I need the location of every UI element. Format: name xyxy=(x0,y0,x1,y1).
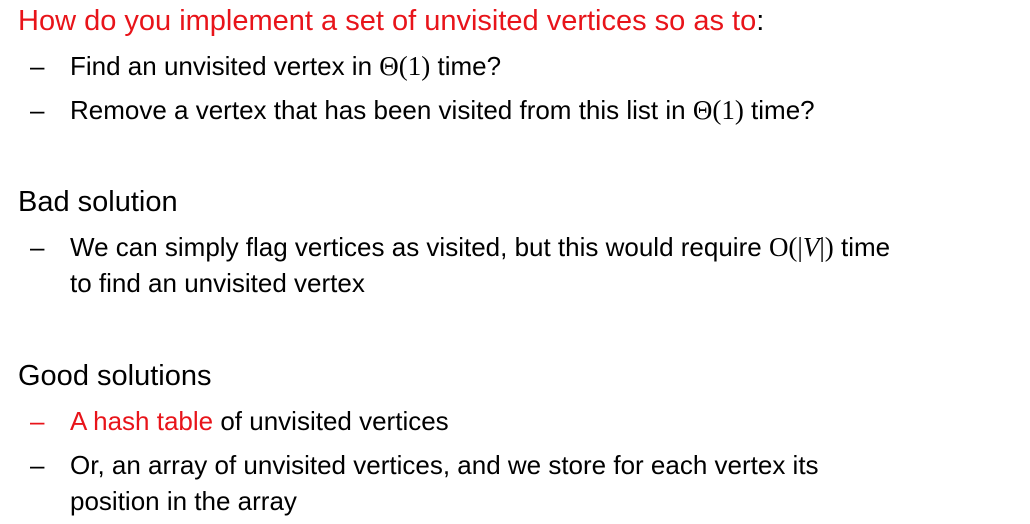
math-o-close: |) xyxy=(819,232,834,262)
text-before: Find an unvisited vertex in xyxy=(70,51,380,81)
math-var-v: V xyxy=(802,232,820,262)
good-solution-hash-table-text: A hash table of unvisited vertices xyxy=(70,403,1020,439)
text-after: time? xyxy=(430,51,502,81)
text-before: Remove a vertex that has been visited fr… xyxy=(70,95,693,125)
bullet-dash: – xyxy=(30,406,45,436)
bullet-dash: – xyxy=(30,232,45,262)
good-solutions-heading: Good solutions xyxy=(18,360,212,392)
text-rest: of unvisited vertices xyxy=(213,406,449,436)
question-item-find-text: Find an unvisited vertex in Θ(1) time? xyxy=(70,48,1020,84)
text-after: time? xyxy=(743,95,815,125)
math-o-open: O(| xyxy=(768,232,803,262)
question-item-remove-text: Remove a vertex that has been visited fr… xyxy=(70,92,1020,128)
math-theta-1: Θ(1) xyxy=(379,51,431,81)
bad-solution-heading: Bad solution xyxy=(18,186,178,218)
bad-solution-line-1: We can simply flag vertices as visited, … xyxy=(70,229,1020,265)
bullet-dash: – xyxy=(30,450,45,480)
bullet-dash: – xyxy=(30,95,45,125)
slide: How do you implement a set of unvisited … xyxy=(0,0,1030,524)
math-theta-1: Θ(1) xyxy=(692,95,744,125)
good-solution-array-line-1: Or, an array of unvisited vertices, and … xyxy=(70,450,819,480)
question-heading: How do you implement a set of unvisited … xyxy=(18,3,764,39)
question-heading-colon: : xyxy=(756,5,765,37)
text-before: We can simply flag vertices as visited, … xyxy=(70,232,769,262)
good-solution-array-line-2: position in the array xyxy=(70,486,297,516)
bad-solution-line-2: to find an unvisited vertex xyxy=(70,268,365,298)
question-heading-text: How do you implement a set of unvisited … xyxy=(18,5,757,37)
hash-table-highlight: A hash table xyxy=(70,406,214,436)
text-after: time xyxy=(833,232,891,262)
bullet-dash: – xyxy=(30,51,45,81)
